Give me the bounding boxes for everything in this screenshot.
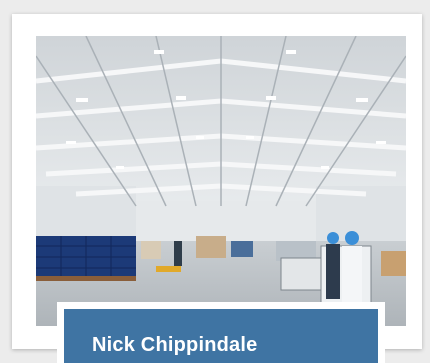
name-panel-frame: Nick Chippindale xyxy=(57,302,385,363)
warehouse-photo xyxy=(36,36,406,326)
profile-card: Nick Chippindale xyxy=(12,14,422,363)
name-banner: Nick Chippindale xyxy=(64,309,378,363)
person-name: Nick Chippindale xyxy=(92,334,258,356)
